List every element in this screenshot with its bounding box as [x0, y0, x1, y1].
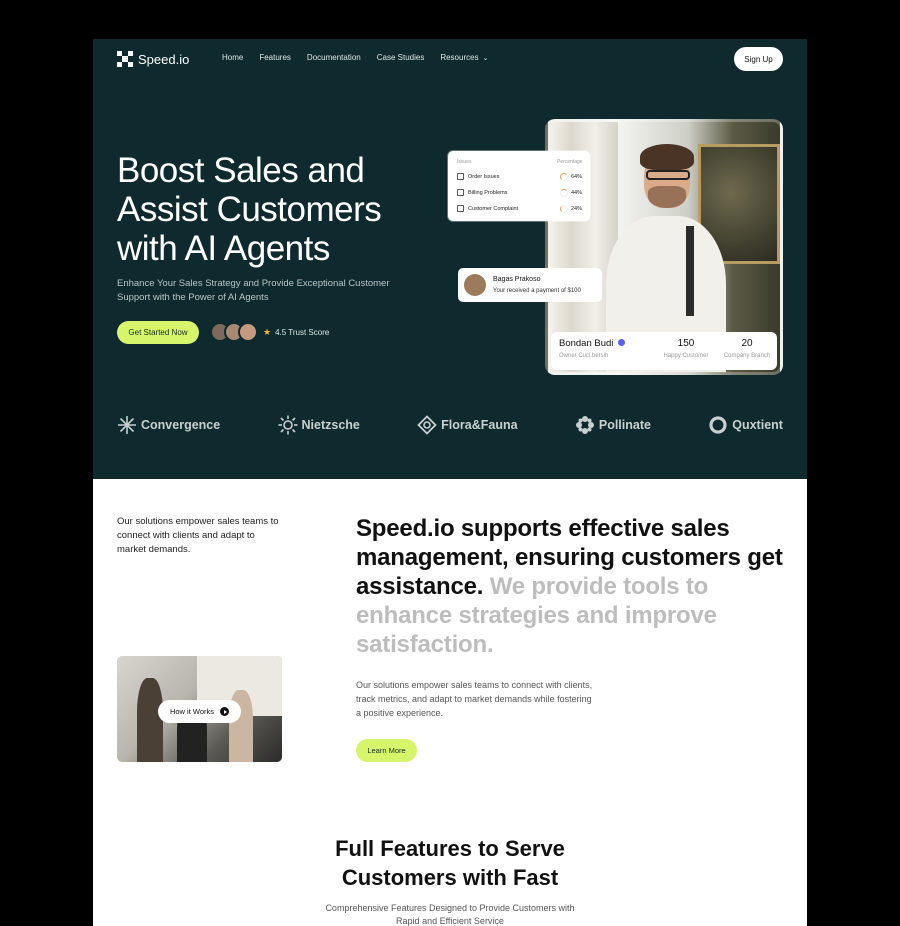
profile-name: Bondan Budi — [559, 338, 626, 349]
landing-page: Speed.io Home Features Documentation Cas… — [93, 39, 807, 926]
issue-pct: 24% — [560, 205, 582, 213]
main-nav: Home Features Documentation Case Studies… — [222, 53, 488, 62]
verified-icon — [618, 339, 626, 346]
customer-avatars — [210, 322, 258, 342]
stat-label: Company Branch — [723, 353, 771, 359]
issues-header: Issues — [457, 159, 472, 165]
stat-happy-customer: 150 Happy Customer — [651, 338, 721, 359]
partner-name: Pollinate — [598, 418, 651, 432]
issue-label: Customer Complaint — [468, 205, 519, 212]
features-title: Full Features to Serve Customers with Fa… — [335, 836, 565, 890]
profile-role: Owner Cuci.bersih — [559, 353, 609, 359]
intro-text: Our solutions empower sales teams to con… — [117, 516, 279, 555]
video-person — [137, 678, 163, 762]
logo-text: Speed.io — [138, 51, 190, 67]
cart-icon — [457, 173, 464, 180]
nav-resources[interactable]: Resources ⌄ — [440, 53, 488, 62]
flower-icon — [575, 416, 594, 434]
issue-row: Order Issues — [457, 173, 499, 180]
about-headline: Speed.io supports effective sales manage… — [356, 514, 796, 659]
partner-flora-fauna: Flora&Fauna — [417, 415, 518, 435]
ring-icon — [560, 205, 568, 213]
photo-beard — [648, 186, 686, 208]
how-it-works-label: How it Works — [169, 707, 215, 716]
get-started-button[interactable]: Get Started Now — [117, 321, 199, 344]
photo-glasses — [646, 170, 690, 180]
chevron-down-icon: ⌄ — [482, 55, 489, 62]
photo-strap — [686, 226, 694, 316]
issue-pct: 64% — [560, 173, 582, 181]
hero-section: Speed.io Home Features Documentation Cas… — [93, 39, 807, 479]
stat-company-branch: 20 Company Branch — [717, 338, 777, 359]
logo-icon — [117, 51, 133, 67]
diamond-icon — [417, 415, 437, 435]
nav-home[interactable]: Home — [222, 53, 243, 62]
trust-score: ★ 4.5 Trust Score — [263, 327, 329, 338]
sign-up-button[interactable]: Sign Up — [734, 47, 783, 71]
trust-score-text: 4.5 Trust Score — [275, 328, 330, 337]
avatar — [238, 322, 258, 342]
learn-more-button[interactable]: Learn More — [356, 739, 417, 762]
hero-title: Boost Sales and Assist Customers with AI… — [117, 151, 382, 268]
partner-logos: Convergence Nietzsche Flora&Fauna Pollin… — [117, 415, 783, 435]
logo[interactable]: Speed.io — [117, 51, 189, 67]
partner-name: Convergence — [141, 418, 221, 432]
photo-hair — [640, 144, 694, 170]
sun-icon — [278, 415, 297, 435]
profile-stats-card: Bondan Budi Owner Cuci.bersih 150 Happy … — [551, 332, 777, 370]
nav-documentation[interactable]: Documentation — [307, 53, 361, 62]
issue-pct-text: 24% — [571, 206, 583, 212]
partner-quxtient: Quxtient — [708, 415, 783, 435]
receipt-icon — [457, 189, 464, 196]
partner-name: Flora&Fauna — [441, 418, 518, 432]
stat-value: 20 — [741, 338, 753, 349]
issue-pct: 44% — [560, 189, 582, 197]
how-it-works-button[interactable]: How it Works — [158, 700, 241, 723]
avatar — [464, 274, 486, 296]
issue-label: Order Issues — [468, 173, 500, 180]
issues-card: Issues Percentage Order Issues 64% Billi… — [448, 151, 590, 221]
payment-message: Your received a payment of $100 — [493, 288, 581, 294]
stat-value: 150 — [677, 338, 695, 349]
nav-resources-label: Resources — [440, 53, 479, 62]
issue-row: Billing Problems — [457, 189, 507, 196]
partner-name: Quxtient — [732, 418, 783, 432]
mail-icon — [457, 205, 464, 212]
hero-subtitle: Enhance Your Sales Strategy and Provide … — [117, 278, 390, 303]
about-description: Our solutions empower sales teams to con… — [356, 680, 593, 718]
issue-pct-text: 64% — [571, 174, 583, 180]
payment-notification: Bagas Prakoso Your received a payment of… — [458, 268, 602, 302]
issue-label: Billing Problems — [468, 189, 508, 196]
features-subtitle: Comprehensive Features Designed to Provi… — [325, 903, 575, 926]
play-icon — [220, 707, 230, 716]
percentage-header: Percentage — [557, 159, 583, 165]
ring-icon — [560, 173, 568, 181]
partner-name: Nietzsche — [301, 418, 360, 432]
nav-features[interactable]: Features — [259, 53, 291, 62]
issue-pct-text: 44% — [571, 190, 583, 196]
payer-name: Bagas Prakoso — [493, 276, 541, 283]
ring-icon — [560, 189, 568, 197]
partner-pollinate: Pollinate — [575, 415, 651, 435]
issue-row: Customer Complaint — [457, 205, 518, 212]
partner-convergence: Convergence — [117, 415, 220, 435]
nav-case-studies[interactable]: Case Studies — [377, 53, 425, 62]
star-icon: ★ — [263, 327, 272, 337]
partner-nietzsche: Nietzsche — [278, 415, 360, 435]
ring-logo-icon — [709, 416, 727, 434]
stat-label: Happy Customer — [663, 353, 709, 359]
profile-name-text: Bondan Budi — [559, 338, 614, 349]
starburst-icon — [118, 416, 136, 434]
